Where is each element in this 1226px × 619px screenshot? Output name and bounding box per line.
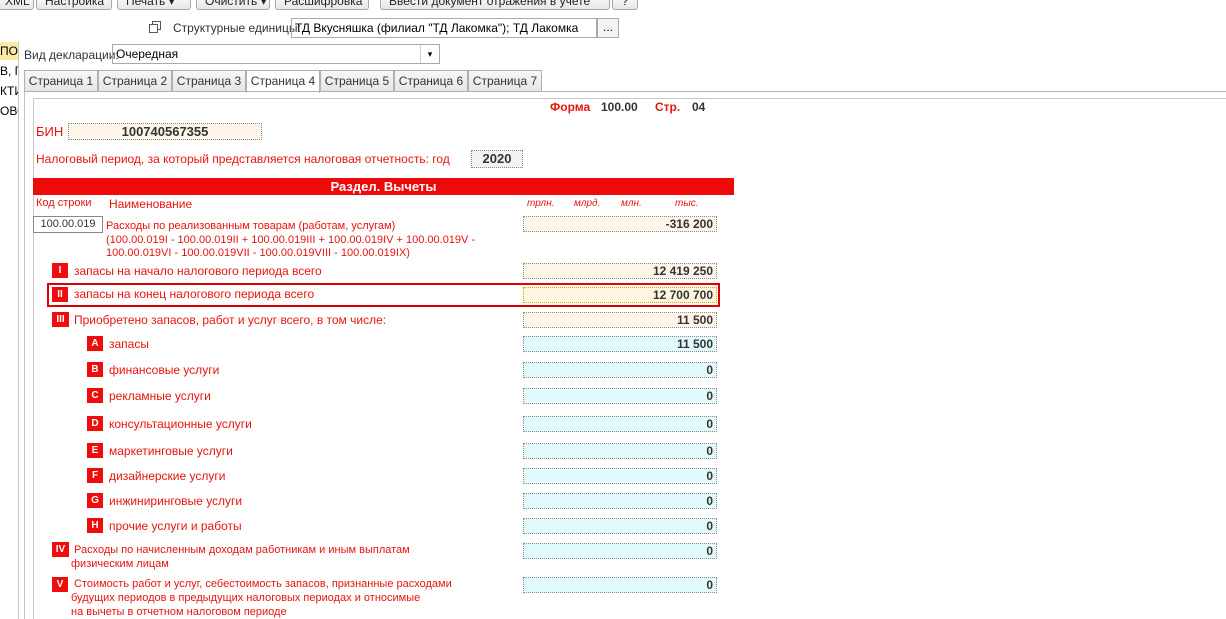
- chevron-down-icon[interactable]: ▾: [420, 45, 439, 63]
- row-value-f[interactable]: 0: [523, 468, 717, 484]
- print-button[interactable]: Печать ▾: [117, 0, 191, 10]
- left-sidebar: ПО В, Г КТИ ОВС: [0, 42, 19, 619]
- structure-select-button[interactable]: ...: [597, 18, 619, 38]
- main-row-formula-2: 100.00.019VI - 100.00.019VII - 100.00.01…: [106, 247, 410, 259]
- row-badge-f: F: [87, 468, 103, 483]
- page-number: 04: [692, 100, 706, 114]
- xml-button[interactable]: XML: [0, 0, 34, 10]
- row-label-d: консультационные услуги: [109, 417, 252, 431]
- row-badge-ii: II: [52, 287, 68, 302]
- row-label-iii: Приобретено запасов, работ и услуг всего…: [74, 313, 387, 327]
- row-code: 100.00.019: [33, 216, 103, 233]
- bin-field[interactable]: 100740567355: [68, 123, 262, 140]
- copy-icon[interactable]: [149, 21, 162, 34]
- row-badge-d: D: [87, 416, 103, 431]
- row-label-v-cont2: на вычеты в отчетном налоговом периоде: [71, 606, 287, 618]
- row-badge-v: V: [52, 577, 68, 592]
- sidebar-item[interactable]: КТИ: [0, 82, 18, 100]
- row-badge-g: G: [87, 493, 103, 508]
- row-label-i: запасы на начало налогового периода всег…: [74, 264, 322, 278]
- row-value-d[interactable]: 0: [523, 416, 717, 432]
- settings-button[interactable]: Настройка: [36, 0, 112, 10]
- bin-label: БИН: [36, 124, 64, 139]
- row-value-b[interactable]: 0: [523, 362, 717, 378]
- main-row-label: Расходы по реализованным товарам (работа…: [106, 220, 396, 232]
- row-badge-c: C: [87, 388, 103, 403]
- row-label-v: Стоимость работ и услуг, себестоимость з…: [74, 578, 452, 590]
- row-label-f: дизайнерские услуги: [109, 469, 226, 483]
- tab-page-1[interactable]: Страница 1: [24, 70, 98, 92]
- page-label: Стр.: [655, 100, 681, 114]
- help-button[interactable]: ?: [612, 0, 638, 10]
- tab-page-2[interactable]: Страница 2: [98, 70, 172, 92]
- form-number: 100.00: [601, 100, 638, 114]
- row-badge-iv: IV: [52, 542, 69, 557]
- row-badge-iii: III: [52, 312, 69, 327]
- row-label-a: запасы: [109, 337, 149, 351]
- structure-units-label: Структурные единицы:: [173, 21, 301, 35]
- form-frame: [24, 92, 1226, 619]
- main-row-formula-1: (100.00.019I - 100.00.019II + 100.00.019…: [106, 234, 476, 246]
- row-badge-a: A: [87, 336, 103, 351]
- tax-period-label: Налоговый период, за который представляе…: [36, 152, 450, 166]
- unit-billion: млрд.: [574, 198, 601, 209]
- tab-page-4[interactable]: Страница 4: [246, 70, 320, 93]
- row-value-ii[interactable]: 12 700 700: [523, 287, 717, 303]
- tab-page-5[interactable]: Страница 5: [320, 70, 394, 92]
- unit-trillion: трлн.: [527, 198, 555, 209]
- row-badge-i: I: [52, 263, 68, 278]
- structure-units-field[interactable]: ТД Вкусняшка (филиал "ТД Лакомка"); ТД Л…: [291, 18, 597, 38]
- row-value-a[interactable]: 11 500: [523, 336, 717, 352]
- form-label: Форма: [550, 100, 591, 114]
- row-value-i[interactable]: 12 419 250: [523, 263, 717, 279]
- section-title: Раздел. Вычеты: [33, 178, 734, 195]
- form-border-left: [33, 98, 34, 619]
- row-value-iii[interactable]: 11 500: [523, 312, 717, 328]
- row-value-v[interactable]: 0: [523, 577, 717, 593]
- tab-page-7[interactable]: Страница 7: [468, 70, 542, 92]
- row-badge-h: H: [87, 518, 103, 533]
- row-label-v-cont1: будущих периодов в предыдущих налоговых …: [71, 592, 421, 604]
- form-border-top: [33, 98, 1226, 99]
- row-label-iv-cont: физическим лицам: [71, 558, 169, 570]
- row-value-e[interactable]: 0: [523, 443, 717, 459]
- row-badge-e: E: [87, 443, 103, 458]
- row-label-e: маркетинговые услуги: [109, 444, 233, 458]
- enter-document-button[interactable]: Ввести документ отражения в учете: [380, 0, 610, 10]
- row-label-c: рекламные услуги: [109, 389, 211, 403]
- row-label-g: инжиниринговые услуги: [109, 494, 243, 508]
- tax-period-field[interactable]: 2020: [471, 150, 523, 168]
- row-label-ii: запасы на конец налогового периода всего: [74, 287, 315, 301]
- clear-button[interactable]: Очистить ▾: [196, 0, 270, 10]
- row-label-b: финансовые услуги: [109, 363, 220, 377]
- column-code-header: Код строки: [36, 197, 92, 209]
- row-badge-b: B: [87, 362, 103, 377]
- main-row-value[interactable]: -316 200: [523, 216, 717, 232]
- row-value-h[interactable]: 0: [523, 518, 717, 534]
- row-label-iv: Расходы по начисленным доходам работника…: [74, 544, 410, 556]
- sidebar-item[interactable]: В, Г: [0, 62, 18, 80]
- row-value-g[interactable]: 0: [523, 493, 717, 509]
- decode-button[interactable]: Расшифровка: [275, 0, 369, 10]
- unit-million: млн.: [621, 198, 642, 209]
- declaration-type-select[interactable]: Очередная ▾: [112, 44, 440, 64]
- row-value-c[interactable]: 0: [523, 388, 717, 404]
- declaration-type-label: Вид декларации:: [24, 48, 119, 62]
- column-name-header: Наименование: [109, 197, 193, 211]
- tab-page-6[interactable]: Страница 6: [394, 70, 468, 92]
- sidebar-item[interactable]: ОВС: [0, 102, 18, 120]
- declaration-type-value: Очередная: [116, 47, 179, 61]
- row-label-h: прочие услуги и работы: [109, 519, 242, 533]
- tab-page-3[interactable]: Страница 3: [172, 70, 246, 92]
- unit-thousand: тыс.: [675, 198, 699, 209]
- row-value-iv[interactable]: 0: [523, 543, 717, 559]
- sidebar-item[interactable]: ПО: [0, 42, 18, 60]
